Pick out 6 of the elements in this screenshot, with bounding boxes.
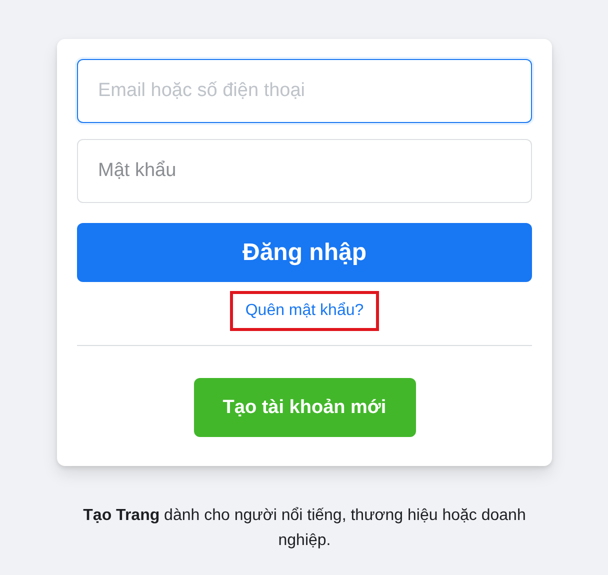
forgot-password-link[interactable]: Quên mật khẩu?	[245, 302, 364, 320]
footer-note: Tạo Trang dành cho người nổi tiếng, thương hiệu hoặc doanh nghiệp.	[82, 506, 527, 551]
create-account-button[interactable]: Tạo tài khoản mới	[194, 378, 416, 437]
login-button[interactable]: Đăng nhập	[77, 223, 532, 282]
email-field[interactable]: Email hoặc số điện thoại	[77, 59, 532, 123]
password-field[interactable]: Mật khẩu	[77, 139, 532, 203]
